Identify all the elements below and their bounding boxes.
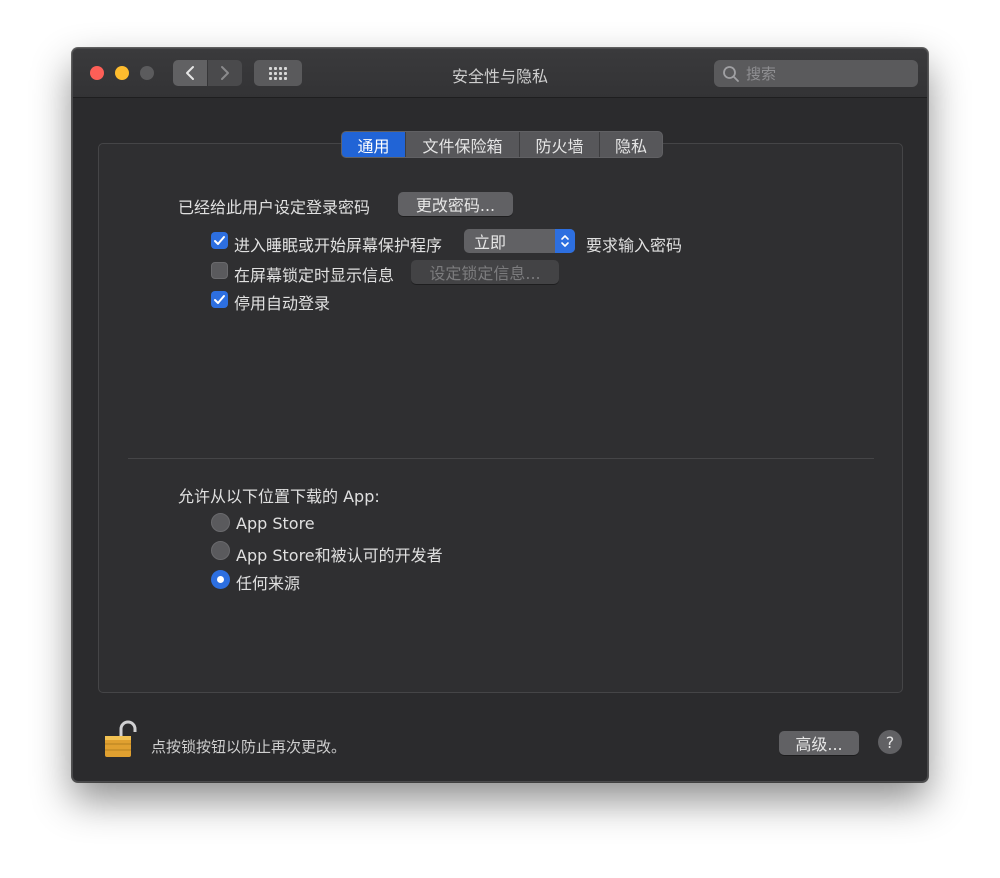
- require-password-suffix: 要求输入密码: [586, 236, 683, 255]
- content-panel: [98, 143, 903, 693]
- checkmark-icon: [214, 295, 225, 304]
- password-delay-select[interactable]: 立即: [464, 229, 575, 253]
- radio-identified-developers[interactable]: [211, 541, 230, 560]
- unlocked-padlock-icon: [105, 720, 137, 757]
- password-set-label: 已经给此用户设定登录密码: [178, 198, 371, 217]
- section-divider: [128, 458, 874, 459]
- radio-anywhere[interactable]: [211, 570, 230, 589]
- disable-auto-login-checkbox[interactable]: [211, 291, 228, 308]
- tab-bar: 通用 文件保险箱 防火墙 隐私: [341, 131, 663, 158]
- radio-app-store[interactable]: [211, 513, 230, 532]
- lock-hint-text: 点按锁按钮以防止再次更改。: [151, 738, 347, 756]
- downloads-heading: 允许从以下位置下载的 App:: [178, 487, 380, 506]
- search-field[interactable]: 搜索: [714, 60, 918, 87]
- advanced-button[interactable]: 高级...: [779, 731, 859, 755]
- show-message-label: 在屏幕锁定时显示信息: [234, 266, 395, 285]
- tab-general[interactable]: 通用: [342, 132, 406, 157]
- preferences-window: 安全性与隐私 搜索 通用 文件保险箱 防火墙 隐私 已经给此用户设定登录密码 更…: [72, 48, 928, 782]
- require-password-checkbox[interactable]: [211, 232, 228, 249]
- search-placeholder: 搜索: [746, 65, 777, 83]
- disable-auto-login-label: 停用自动登录: [234, 294, 331, 313]
- radio-anywhere-label: 任何来源: [236, 574, 301, 593]
- search-icon: [723, 65, 739, 82]
- title-bar: 安全性与隐私 搜索: [73, 49, 927, 98]
- lock-button[interactable]: [103, 719, 137, 763]
- radio-app-store-label: App Store: [236, 514, 315, 533]
- change-password-button[interactable]: 更改密码...: [398, 192, 513, 216]
- radio-identified-developers-label: App Store和被认可的开发者: [236, 546, 443, 565]
- require-password-label: 进入睡眠或开始屏幕保护程序: [234, 236, 443, 255]
- checkmark-icon: [214, 236, 225, 245]
- tab-firewall[interactable]: 防火墙: [520, 132, 600, 157]
- tab-filevault[interactable]: 文件保险箱: [406, 132, 520, 157]
- select-arrows-icon: [555, 229, 575, 253]
- help-button[interactable]: ?: [878, 730, 902, 754]
- password-delay-value: 立即: [474, 233, 507, 252]
- show-message-checkbox[interactable]: [211, 262, 228, 279]
- tab-privacy[interactable]: 隐私: [600, 132, 662, 157]
- set-lock-message-button[interactable]: 设定锁定信息...: [411, 260, 559, 284]
